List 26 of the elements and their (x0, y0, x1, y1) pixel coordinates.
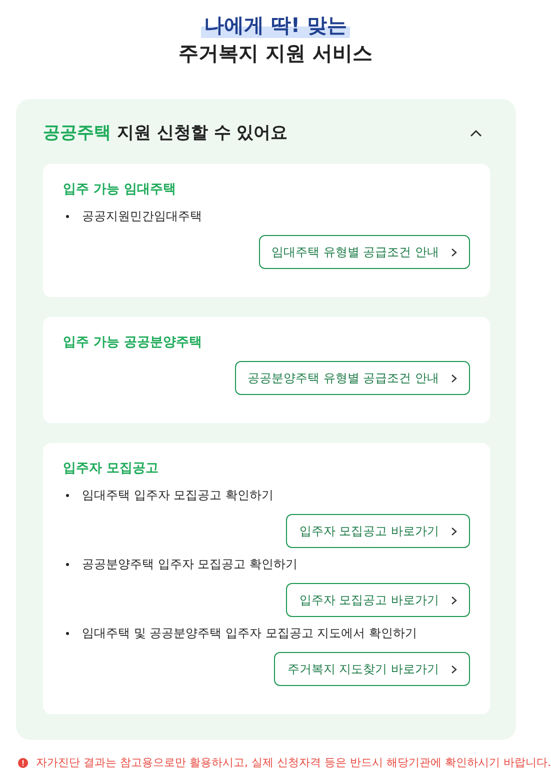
page-title: 주거복지 지원 서비스 (178, 40, 372, 66)
bullet-icon (66, 632, 69, 635)
link-button[interactable]: 입주자 모집공고 바로가기 (286, 583, 470, 617)
chevron-icon (451, 664, 457, 674)
list-item: 임대주택 및 공공분양주택 입주자 모집공고 지도에서 확인하기 (82, 625, 417, 642)
link-button[interactable]: 공공분양주택 유형별 공급조건 안내 (234, 361, 470, 395)
link-button[interactable]: 임대주택 유형별 공급조건 안내 (258, 235, 470, 269)
card-title: 입주 가능 공공분양주택 (63, 334, 204, 351)
link-button[interactable]: 주거복지 지도찾기 바로가기 (274, 652, 470, 686)
card-title: 입주 가능 임대주택 (63, 181, 178, 198)
bullet-icon (66, 494, 69, 497)
link-button[interactable]: 입주자 모집공고 바로가기 (286, 514, 470, 548)
chevron-icon (470, 128, 482, 136)
chevron-icon (451, 248, 457, 256)
chevron-icon (451, 526, 457, 536)
chevron-icon (451, 596, 457, 604)
card-title: 입주자 모집공고 (63, 460, 160, 477)
chevron-icon (451, 374, 457, 382)
warning-icon (18, 756, 28, 770)
disclaimer-text: 자가진단 결과는 참고용으로만 활용하시고, 실제 신청자격 등은 반드시 해당기관에 확인하시기 바랍니다. (36, 755, 551, 770)
bullet-icon (66, 563, 69, 566)
bullet-icon (66, 215, 69, 218)
list-item: 공공분양주택 입주자 모집공고 확인하기 (82, 556, 298, 573)
panel-title: 공공주택 지원 신청할 수 있어요 (43, 122, 288, 144)
list-item: 임대주택 입주자 모집공고 확인하기 (82, 487, 274, 504)
list-item: 공공지원민간임대주택 (82, 208, 202, 225)
